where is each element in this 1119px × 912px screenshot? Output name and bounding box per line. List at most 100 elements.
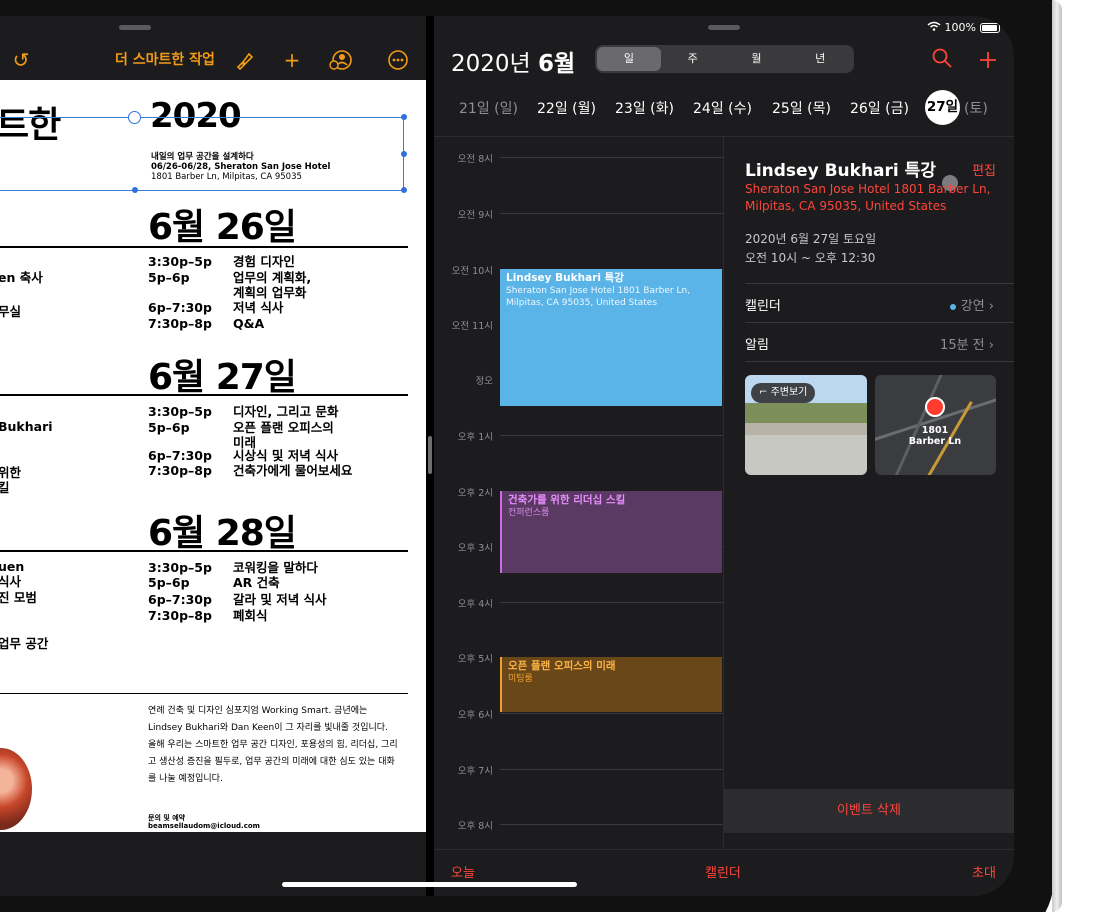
calendar-row-label[interactable]: 캘린더 — [745, 295, 781, 314]
hour-line — [500, 824, 723, 825]
resize-handle[interactable] — [401, 151, 407, 157]
wifi-icon — [927, 21, 941, 34]
selected-day-suffix: (토) — [964, 101, 988, 117]
divider — [0, 394, 408, 396]
collaborate-icon[interactable] — [329, 49, 352, 71]
time-item: 3:30p–5p — [148, 254, 212, 269]
resize-handle[interactable] — [401, 114, 407, 120]
split-view-handle[interactable] — [428, 436, 432, 474]
document-title[interactable]: 더 스마트한 작업 — [70, 49, 260, 69]
session-item: 갈라 및 저녁 식사 — [233, 592, 327, 607]
format-brush-icon[interactable] — [234, 49, 256, 71]
tab-week[interactable]: 주 — [661, 47, 725, 71]
event-detail-date: 2020년 6월 27일 토요일 오전 10시 ~ 오후 12:30 — [745, 230, 876, 268]
calendar-color-dot — [949, 303, 956, 310]
weekday-item[interactable]: 23일 (화) — [615, 98, 674, 118]
hour-label: 오후 1시 — [457, 432, 493, 443]
edit-button[interactable]: 편집 — [972, 160, 996, 179]
weekday-item[interactable]: 21일 (일) — [459, 98, 518, 118]
contact-email: beamsellaudom@icloud.com — [148, 822, 260, 830]
month-title: 2020년 6월 — [451, 44, 575, 78]
hour-label: 오후 2시 — [457, 488, 493, 499]
hour-label: 오후 6시 — [457, 710, 493, 721]
weekday-item[interactable]: 22일 (월) — [537, 98, 596, 118]
hour-label: 오전 8시 — [457, 154, 493, 165]
speaker-photo — [0, 748, 32, 830]
alert-value: 15분 전 — [940, 338, 985, 353]
event-location: 미팅룸 — [508, 674, 533, 684]
event-lindsey-talk[interactable]: Lindsey Bukhari 특강 Sheraton San Jose Hot… — [500, 269, 722, 406]
event-leadership-skills[interactable]: 건축가를 위한 리더십 스킬 컨퍼런스룸 — [500, 491, 722, 573]
time-item: 6p–7:30p — [148, 448, 212, 463]
weekday-item[interactable]: 25일 (목) — [772, 98, 831, 118]
add-icon[interactable]: + — [281, 49, 303, 71]
event-date-line: 2020년 6월 27일 토요일 — [745, 232, 877, 246]
divider — [0, 693, 408, 694]
inbox-button[interactable]: 초대 — [972, 862, 996, 881]
left-fragment: en 축사 — [0, 270, 43, 285]
event-title: Lindsey Bukhari 특강 — [506, 272, 624, 284]
weekday-item[interactable]: 26일 (금) — [850, 98, 909, 118]
time-item: 6p–7:30p — [148, 300, 212, 315]
home-indicator[interactable] — [282, 882, 577, 887]
hour-label: 오후 3시 — [457, 543, 493, 554]
left-fragment: 킬 — [0, 480, 10, 495]
divider — [0, 550, 408, 552]
search-icon[interactable] — [932, 48, 952, 74]
delete-event-button[interactable]: 이벤트 삭제 — [724, 789, 1014, 833]
event-detail-location[interactable]: Sheraton San Jose Hotel 1801 Barber Ln, … — [745, 181, 1000, 215]
session-item: 코워킹을 말하다 — [233, 560, 318, 575]
tab-day[interactable]: 일 — [597, 47, 661, 71]
event-detail-panel: Lindsey Bukhari 특강 편집 Sheraton San Jose … — [724, 137, 1014, 849]
resize-handle[interactable] — [401, 187, 407, 193]
document-page[interactable]: 트한 2020 내일의 업무 공간을 설계하다 06/26-06/28, She… — [0, 80, 426, 832]
time-item: 7:30p–8p — [148, 316, 212, 331]
event-open-plan-office[interactable]: 오픈 플랜 오피스의 미래 미팅룸 — [500, 657, 722, 712]
today-button[interactable]: 오늘 — [451, 862, 475, 881]
hour-label: 오전 10시 — [451, 266, 493, 277]
session-item: 계획의 업무화 — [233, 285, 307, 300]
hour-label: 오후 7시 — [457, 766, 493, 777]
divider — [745, 322, 1014, 323]
screen: ↺ 더 스마트한 작업 + 트한 2020 내일의 업무 공간을 설계하다 06… — [0, 16, 1014, 896]
calendar-row-value[interactable]: 강연 › — [949, 295, 994, 314]
left-fragment: 업무 공간 — [0, 636, 49, 651]
event-title: 오픈 플랜 오피스의 미래 — [508, 660, 616, 672]
tab-year[interactable]: 년 — [788, 47, 852, 71]
weekday-item[interactable]: 24일 (수) — [693, 98, 752, 118]
alert-row-value[interactable]: 15분 전 › — [940, 334, 994, 353]
session-item: 시상식 및 저녁 식사 — [233, 448, 339, 463]
alert-row-label[interactable]: 알림 — [745, 334, 769, 353]
hour-line — [500, 769, 723, 770]
selected-day[interactable]: 27일 — [925, 90, 960, 125]
time-item: 3:30p–5p — [148, 560, 212, 575]
day-timeline[interactable]: 오전 8시 오전 9시 오전 10시 오전 11시 정오 오후 1시 오후 2시… — [434, 137, 723, 849]
day-heading: 6월 26일 — [148, 207, 297, 248]
left-fragment: 진 모범 — [0, 590, 37, 605]
left-fragment: Bukhari — [0, 419, 53, 434]
binoculars-icon: ⌐ — [759, 387, 768, 398]
session-item: 건축가에게 물어보세요 — [233, 463, 353, 478]
text-selection-box[interactable] — [0, 117, 404, 191]
map-preview[interactable]: 1801 Barber Ln — [875, 375, 996, 475]
pane-grabber[interactable] — [708, 25, 740, 30]
session-item: 폐회식 — [233, 608, 268, 623]
calendars-button[interactable]: 캘린더 — [705, 862, 741, 881]
undo-icon[interactable]: ↺ — [10, 49, 32, 71]
hour-line — [500, 213, 723, 214]
time-item: 6p–7:30p — [148, 592, 212, 607]
look-around-preview[interactable]: ⌐ 주변보기 — [745, 375, 867, 475]
rotate-handle[interactable] — [128, 111, 141, 124]
time-item: 3:30p–5p — [148, 404, 212, 419]
battery-icon — [980, 22, 1000, 33]
more-icon[interactable] — [387, 49, 409, 71]
event-title: 건축가를 위한 리더십 스킬 — [508, 494, 626, 506]
chevron-right-icon: › — [984, 338, 994, 353]
hour-line — [500, 435, 723, 436]
add-event-icon[interactable] — [979, 50, 997, 75]
pane-grabber[interactable] — [119, 25, 151, 30]
tab-month[interactable]: 월 — [725, 47, 789, 71]
event-location: 컨퍼런스룸 — [508, 508, 550, 518]
hour-label: 오후 8시 — [457, 821, 493, 832]
resize-handle[interactable] — [132, 187, 138, 193]
